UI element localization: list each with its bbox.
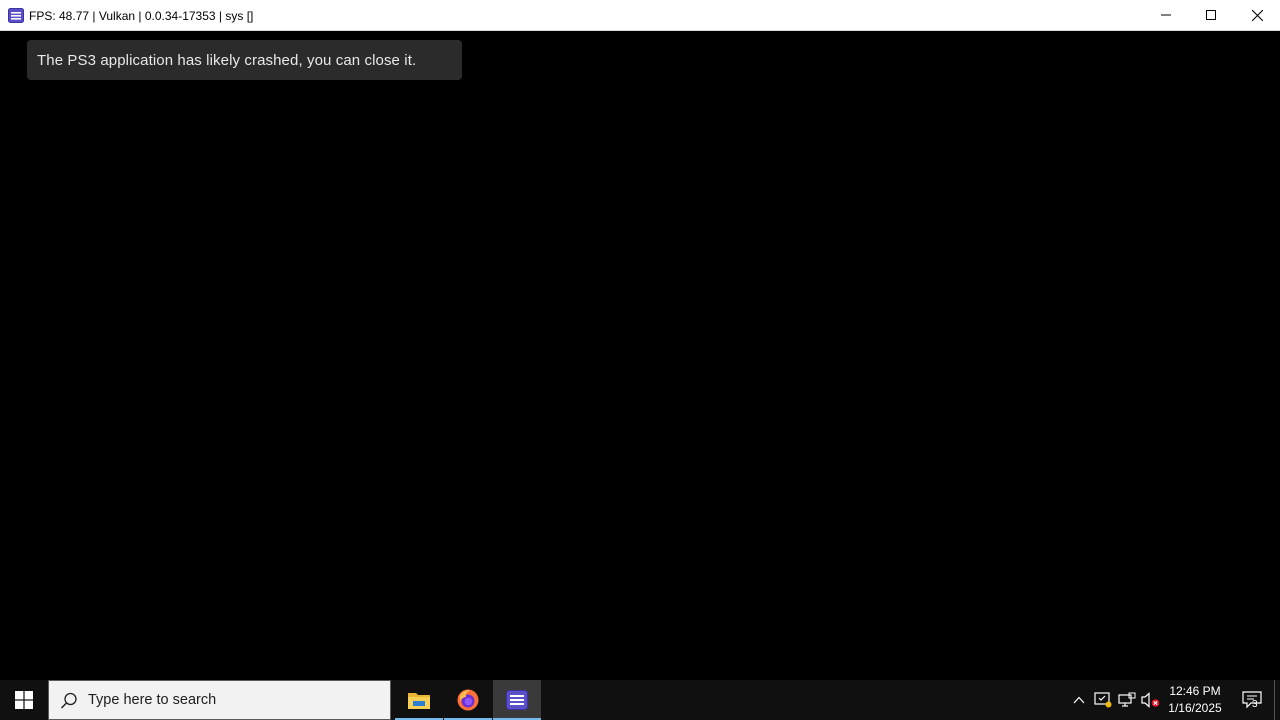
volume-muted-icon (1141, 692, 1160, 708)
window-title: FPS: 48.77 | Vulkan | 0.0.34-17353 | sys… (29, 9, 254, 23)
clock-date: 1/16/2025 (1168, 701, 1222, 715)
close-icon (1251, 9, 1263, 21)
taskbar-clock[interactable]: 12:46 PM 1/16/2025 (1162, 683, 1228, 717)
taskbar-app-file-explorer[interactable] (395, 680, 443, 720)
search-placeholder: Type here to search (88, 692, 217, 708)
tray-network-button[interactable] (1117, 690, 1137, 710)
rpcs3-app-icon (8, 8, 24, 23)
maximize-button[interactable] (1188, 0, 1234, 30)
clock-time: 12:46 PM (1169, 684, 1221, 698)
maximize-icon (1206, 10, 1216, 20)
close-button[interactable] (1234, 0, 1280, 30)
crash-notice: The PS3 application has likely crashed, … (27, 40, 462, 80)
taskbar-search-box[interactable]: Type here to search (48, 680, 391, 720)
taskbar-app-rpcs3[interactable] (493, 680, 541, 720)
firefox-icon (457, 689, 479, 711)
tray-security-button[interactable] (1093, 690, 1113, 710)
minimize-button[interactable] (1143, 0, 1189, 30)
minimize-icon (1161, 14, 1171, 16)
game-viewport[interactable]: The PS3 application has likely crashed, … (0, 31, 1280, 680)
search-icon (60, 692, 77, 709)
security-icon (1094, 692, 1112, 708)
file-explorer-icon (408, 693, 430, 709)
tray-overflow-button[interactable] (1069, 690, 1089, 710)
tray-volume-button[interactable] (1141, 690, 1161, 710)
rpcs3-icon (506, 690, 528, 710)
network-icon (1118, 692, 1136, 707)
window-titlebar[interactable]: FPS: 48.77 | Vulkan | 0.0.34-17353 | sys… (0, 0, 1280, 31)
show-desktop-button[interactable] (1274, 680, 1280, 720)
taskbar: Type here to search 12:46 PM 1/16/2025 3 (0, 680, 1280, 720)
chevron-up-icon (1073, 696, 1085, 704)
action-center-button[interactable]: 3 (1234, 680, 1270, 720)
start-button[interactable] (0, 680, 48, 720)
taskbar-app-firefox[interactable] (444, 680, 492, 720)
windows-start-icon (15, 691, 33, 709)
notification-count: 3 (1252, 699, 1258, 710)
crash-notice-text: The PS3 application has likely crashed, … (37, 51, 417, 69)
